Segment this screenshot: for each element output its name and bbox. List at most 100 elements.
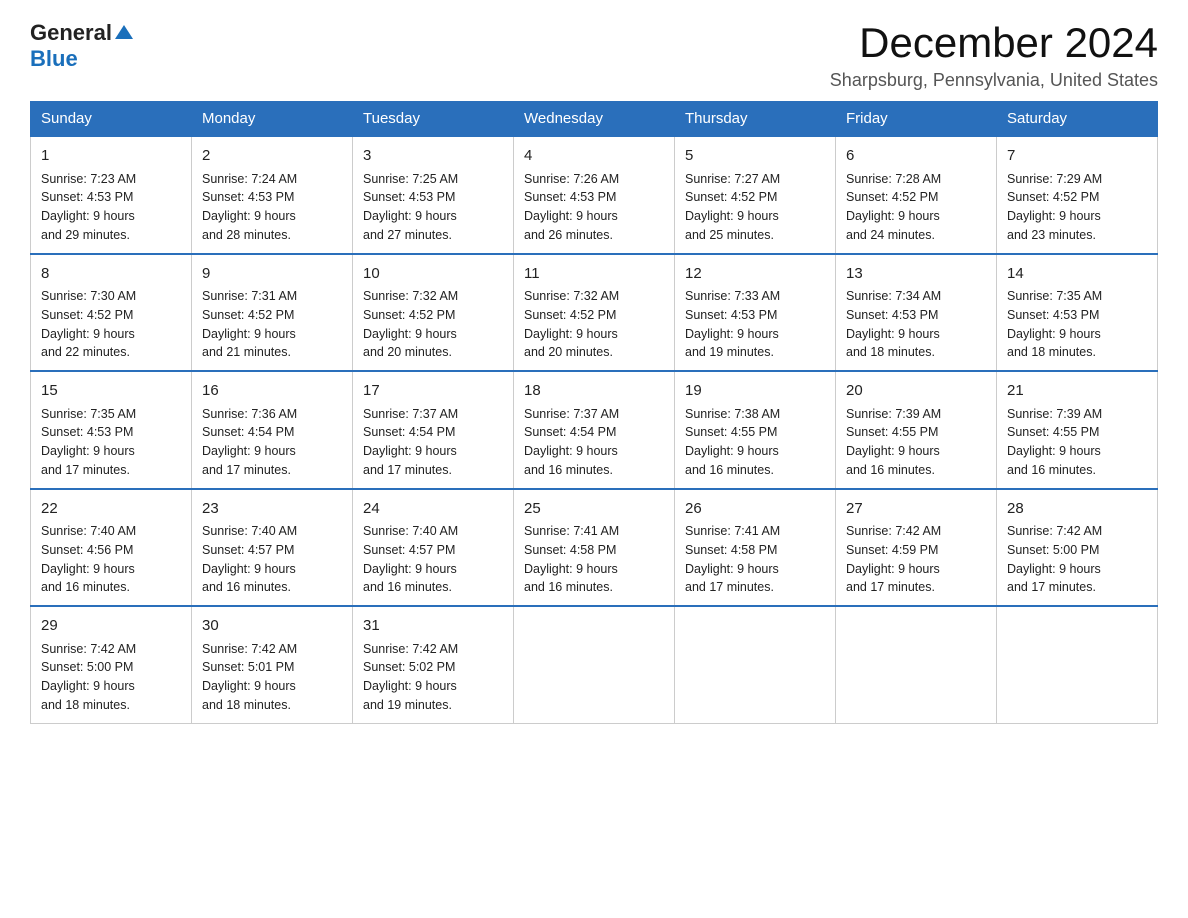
calendar-cell — [836, 606, 997, 723]
day-info: Sunrise: 7:24 AMSunset: 4:53 PMDaylight:… — [202, 170, 342, 245]
calendar-cell: 13Sunrise: 7:34 AMSunset: 4:53 PMDayligh… — [836, 254, 997, 372]
day-info: Sunrise: 7:41 AMSunset: 4:58 PMDaylight:… — [524, 522, 664, 597]
calendar-cell: 24Sunrise: 7:40 AMSunset: 4:57 PMDayligh… — [353, 489, 514, 607]
day-number: 11 — [524, 263, 664, 286]
calendar-week-row: 15Sunrise: 7:35 AMSunset: 4:53 PMDayligh… — [31, 371, 1158, 489]
day-info: Sunrise: 7:40 AMSunset: 4:57 PMDaylight:… — [363, 522, 503, 597]
day-info: Sunrise: 7:42 AMSunset: 5:00 PMDaylight:… — [41, 640, 181, 715]
day-info: Sunrise: 7:42 AMSunset: 5:01 PMDaylight:… — [202, 640, 342, 715]
day-number: 13 — [846, 263, 986, 286]
page-header: General Blue December 2024 Sharpsburg, P… — [30, 20, 1158, 91]
day-number: 4 — [524, 145, 664, 168]
day-number: 15 — [41, 380, 181, 403]
calendar-cell: 22Sunrise: 7:40 AMSunset: 4:56 PMDayligh… — [31, 489, 192, 607]
calendar-cell: 27Sunrise: 7:42 AMSunset: 4:59 PMDayligh… — [836, 489, 997, 607]
day-number: 24 — [363, 498, 503, 521]
subtitle: Sharpsburg, Pennsylvania, United States — [830, 70, 1158, 91]
day-info: Sunrise: 7:23 AMSunset: 4:53 PMDaylight:… — [41, 170, 181, 245]
day-number: 20 — [846, 380, 986, 403]
day-info: Sunrise: 7:28 AMSunset: 4:52 PMDaylight:… — [846, 170, 986, 245]
day-info: Sunrise: 7:27 AMSunset: 4:52 PMDaylight:… — [685, 170, 825, 245]
day-info: Sunrise: 7:32 AMSunset: 4:52 PMDaylight:… — [363, 287, 503, 362]
day-info: Sunrise: 7:41 AMSunset: 4:58 PMDaylight:… — [685, 522, 825, 597]
day-number: 7 — [1007, 145, 1147, 168]
calendar-body: 1Sunrise: 7:23 AMSunset: 4:53 PMDaylight… — [31, 136, 1158, 723]
calendar-cell — [514, 606, 675, 723]
day-info: Sunrise: 7:36 AMSunset: 4:54 PMDaylight:… — [202, 405, 342, 480]
day-number: 10 — [363, 263, 503, 286]
calendar-cell: 14Sunrise: 7:35 AMSunset: 4:53 PMDayligh… — [997, 254, 1158, 372]
day-number: 2 — [202, 145, 342, 168]
day-info: Sunrise: 7:30 AMSunset: 4:52 PMDaylight:… — [41, 287, 181, 362]
day-info: Sunrise: 7:35 AMSunset: 4:53 PMDaylight:… — [41, 405, 181, 480]
days-of-week-row: SundayMondayTuesdayWednesdayThursdayFrid… — [31, 102, 1158, 137]
day-info: Sunrise: 7:29 AMSunset: 4:52 PMDaylight:… — [1007, 170, 1147, 245]
calendar-week-row: 22Sunrise: 7:40 AMSunset: 4:56 PMDayligh… — [31, 489, 1158, 607]
day-number: 17 — [363, 380, 503, 403]
calendar-cell: 3Sunrise: 7:25 AMSunset: 4:53 PMDaylight… — [353, 136, 514, 254]
calendar-week-row: 8Sunrise: 7:30 AMSunset: 4:52 PMDaylight… — [31, 254, 1158, 372]
calendar-cell: 4Sunrise: 7:26 AMSunset: 4:53 PMDaylight… — [514, 136, 675, 254]
day-number: 30 — [202, 615, 342, 638]
day-number: 19 — [685, 380, 825, 403]
calendar-cell: 29Sunrise: 7:42 AMSunset: 5:00 PMDayligh… — [31, 606, 192, 723]
calendar-cell: 31Sunrise: 7:42 AMSunset: 5:02 PMDayligh… — [353, 606, 514, 723]
day-header-saturday: Saturday — [997, 102, 1158, 137]
calendar-week-row: 29Sunrise: 7:42 AMSunset: 5:00 PMDayligh… — [31, 606, 1158, 723]
day-number: 25 — [524, 498, 664, 521]
day-number: 22 — [41, 498, 181, 521]
logo: General Blue — [30, 20, 133, 72]
day-header-friday: Friday — [836, 102, 997, 137]
calendar-week-row: 1Sunrise: 7:23 AMSunset: 4:53 PMDaylight… — [31, 136, 1158, 254]
calendar-cell: 6Sunrise: 7:28 AMSunset: 4:52 PMDaylight… — [836, 136, 997, 254]
calendar-cell: 18Sunrise: 7:37 AMSunset: 4:54 PMDayligh… — [514, 371, 675, 489]
calendar-header: SundayMondayTuesdayWednesdayThursdayFrid… — [31, 102, 1158, 137]
calendar-cell: 12Sunrise: 7:33 AMSunset: 4:53 PMDayligh… — [675, 254, 836, 372]
day-info: Sunrise: 7:40 AMSunset: 4:56 PMDaylight:… — [41, 522, 181, 597]
logo-general-text: General — [30, 20, 133, 46]
calendar-cell: 11Sunrise: 7:32 AMSunset: 4:52 PMDayligh… — [514, 254, 675, 372]
day-info: Sunrise: 7:25 AMSunset: 4:53 PMDaylight:… — [363, 170, 503, 245]
calendar-cell: 7Sunrise: 7:29 AMSunset: 4:52 PMDaylight… — [997, 136, 1158, 254]
day-info: Sunrise: 7:31 AMSunset: 4:52 PMDaylight:… — [202, 287, 342, 362]
day-number: 27 — [846, 498, 986, 521]
day-header-monday: Monday — [192, 102, 353, 137]
calendar-cell: 30Sunrise: 7:42 AMSunset: 5:01 PMDayligh… — [192, 606, 353, 723]
day-info: Sunrise: 7:38 AMSunset: 4:55 PMDaylight:… — [685, 405, 825, 480]
calendar-cell: 21Sunrise: 7:39 AMSunset: 4:55 PMDayligh… — [997, 371, 1158, 489]
day-number: 6 — [846, 145, 986, 168]
day-header-thursday: Thursday — [675, 102, 836, 137]
day-number: 1 — [41, 145, 181, 168]
day-number: 28 — [1007, 498, 1147, 521]
calendar-cell: 28Sunrise: 7:42 AMSunset: 5:00 PMDayligh… — [997, 489, 1158, 607]
day-info: Sunrise: 7:35 AMSunset: 4:53 PMDaylight:… — [1007, 287, 1147, 362]
calendar-cell: 15Sunrise: 7:35 AMSunset: 4:53 PMDayligh… — [31, 371, 192, 489]
calendar-cell — [997, 606, 1158, 723]
logo-triangle-icon — [115, 25, 133, 39]
calendar-table: SundayMondayTuesdayWednesdayThursdayFrid… — [30, 101, 1158, 724]
day-number: 26 — [685, 498, 825, 521]
day-header-sunday: Sunday — [31, 102, 192, 137]
day-header-wednesday: Wednesday — [514, 102, 675, 137]
calendar-cell: 10Sunrise: 7:32 AMSunset: 4:52 PMDayligh… — [353, 254, 514, 372]
main-title: December 2024 — [830, 20, 1158, 66]
day-number: 14 — [1007, 263, 1147, 286]
calendar-cell: 8Sunrise: 7:30 AMSunset: 4:52 PMDaylight… — [31, 254, 192, 372]
day-info: Sunrise: 7:37 AMSunset: 4:54 PMDaylight:… — [363, 405, 503, 480]
day-info: Sunrise: 7:42 AMSunset: 5:02 PMDaylight:… — [363, 640, 503, 715]
calendar-cell: 25Sunrise: 7:41 AMSunset: 4:58 PMDayligh… — [514, 489, 675, 607]
day-number: 23 — [202, 498, 342, 521]
logo-blue-label: Blue — [30, 46, 78, 72]
day-info: Sunrise: 7:33 AMSunset: 4:53 PMDaylight:… — [685, 287, 825, 362]
calendar-cell: 23Sunrise: 7:40 AMSunset: 4:57 PMDayligh… — [192, 489, 353, 607]
day-number: 9 — [202, 263, 342, 286]
day-number: 18 — [524, 380, 664, 403]
calendar-cell: 9Sunrise: 7:31 AMSunset: 4:52 PMDaylight… — [192, 254, 353, 372]
day-info: Sunrise: 7:39 AMSunset: 4:55 PMDaylight:… — [1007, 405, 1147, 480]
day-number: 8 — [41, 263, 181, 286]
title-block: December 2024 Sharpsburg, Pennsylvania, … — [830, 20, 1158, 91]
calendar-cell: 20Sunrise: 7:39 AMSunset: 4:55 PMDayligh… — [836, 371, 997, 489]
day-info: Sunrise: 7:39 AMSunset: 4:55 PMDaylight:… — [846, 405, 986, 480]
calendar-cell: 2Sunrise: 7:24 AMSunset: 4:53 PMDaylight… — [192, 136, 353, 254]
day-info: Sunrise: 7:32 AMSunset: 4:52 PMDaylight:… — [524, 287, 664, 362]
